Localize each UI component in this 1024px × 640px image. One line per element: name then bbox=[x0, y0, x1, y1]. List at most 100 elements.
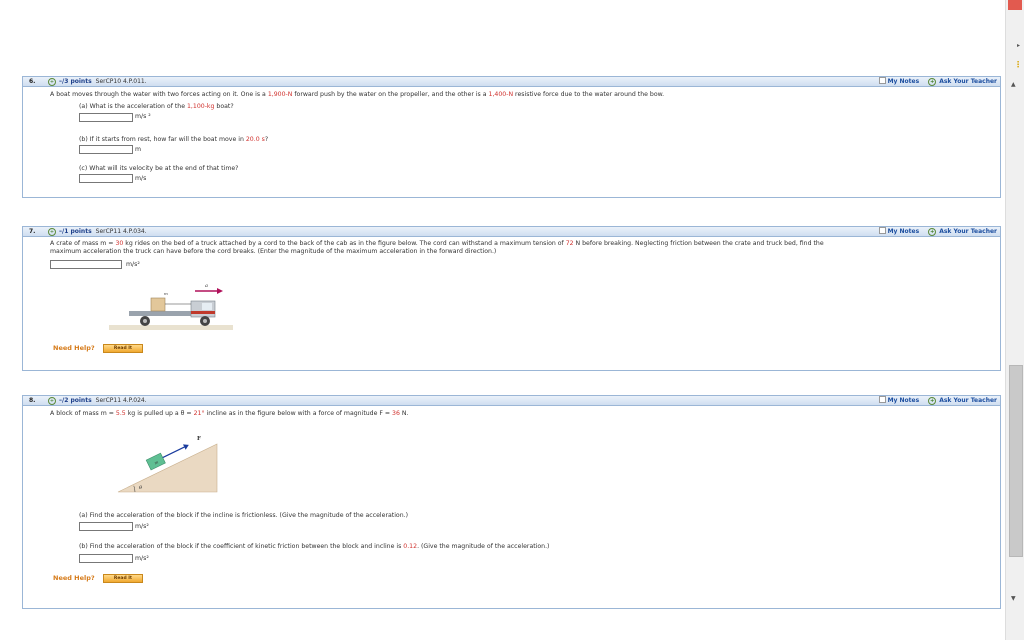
incline-figure: m F θ bbox=[117, 436, 218, 493]
acceleration-arrowhead bbox=[217, 288, 223, 294]
read-it-button[interactable]: Read It bbox=[103, 574, 143, 583]
wheel-rear-hub bbox=[143, 319, 147, 323]
part-text: ? bbox=[264, 136, 269, 143]
part-b-label: (b) If it starts from rest, how far will… bbox=[79, 136, 268, 144]
ask-teacher-icon[interactable]: + bbox=[928, 78, 937, 86]
answer-input[interactable] bbox=[50, 260, 122, 269]
question-info: + –/3 points SerCP10 4.P.011. bbox=[48, 77, 147, 86]
fig-force-label: F bbox=[197, 436, 201, 442]
question-code: SerCP11 4.P.034. bbox=[95, 228, 147, 235]
need-help-label: Need Help? bbox=[53, 344, 95, 352]
part-text: (b) Find the acceleration of the block i… bbox=[79, 543, 404, 550]
answer-input-b[interactable] bbox=[79, 554, 133, 563]
part-text: (a) What is the acceleration of the bbox=[79, 103, 187, 110]
expand-icon[interactable]: + bbox=[48, 228, 56, 236]
prompt-text: A boat moves through the water with two … bbox=[50, 91, 268, 98]
unit-label: m/s² bbox=[135, 555, 149, 562]
prompt-text: A block of mass m = bbox=[50, 410, 116, 417]
part-a-label: (a) Find the acceleration of the block i… bbox=[79, 512, 409, 519]
truck-bed bbox=[129, 311, 191, 316]
my-notes-link[interactable]: My Notes bbox=[888, 397, 920, 404]
question-code: SerCP10 4.P.011. bbox=[95, 78, 147, 85]
unit-label: m/s² bbox=[135, 523, 149, 530]
part-a-label: (a) What is the acceleration of the 1,10… bbox=[79, 103, 234, 111]
prompt-text: incline as in the figure below with a fo… bbox=[204, 410, 393, 417]
question-info: + –/1 points SerCP11 4.P.034. bbox=[48, 227, 147, 236]
fig-mass-label: m bbox=[164, 291, 168, 296]
unit-label: m/s² bbox=[126, 261, 140, 268]
part-text: . (Give the magnitude of the acceleratio… bbox=[417, 543, 550, 550]
chevron-right-icon[interactable]: ▸ bbox=[1017, 42, 1020, 49]
truck-window bbox=[202, 303, 212, 310]
points-label: –/1 points bbox=[59, 228, 92, 235]
prompt-text: A crate of mass m = bbox=[50, 240, 116, 247]
my-notes-link[interactable]: My Notes bbox=[888, 78, 920, 85]
ask-teacher-link[interactable]: Ask Your Teacher bbox=[939, 397, 997, 404]
ask-teacher-icon[interactable]: + bbox=[928, 228, 937, 236]
force2-value: 1,400-N bbox=[488, 91, 514, 98]
answer-input-c[interactable] bbox=[79, 174, 133, 183]
force-value: 36 bbox=[392, 410, 400, 417]
notes-checkbox-icon[interactable] bbox=[878, 77, 886, 84]
window-top-bar bbox=[1008, 0, 1022, 10]
crate bbox=[150, 297, 166, 312]
question-prompt: A block of mass m = 5.5 kg is pulled up … bbox=[50, 410, 408, 418]
part-b-label: (b) Find the acceleration of the block i… bbox=[79, 543, 549, 551]
angle-value: 21° bbox=[193, 410, 205, 417]
question-7: 7. + –/1 points SerCP11 4.P.034. My Notes +… bbox=[22, 226, 1001, 371]
question-prompt-line1: A crate of mass m = 30 kg rides on the b… bbox=[50, 240, 824, 248]
prompt-text: kg is pulled up a θ = bbox=[125, 410, 194, 417]
points-label: –/2 points bbox=[59, 397, 92, 404]
fig-accel-label: a bbox=[205, 283, 208, 289]
answer-input-a[interactable] bbox=[79, 113, 133, 122]
expand-icon[interactable]: + bbox=[48, 397, 56, 405]
incline-wedge bbox=[117, 443, 218, 493]
unit-label: m/s bbox=[135, 175, 147, 182]
need-help-label: Need Help? bbox=[53, 574, 95, 582]
answer-input-a[interactable] bbox=[79, 522, 133, 531]
points-label: –/3 points bbox=[59, 78, 92, 85]
my-notes-link[interactable]: My Notes bbox=[888, 228, 920, 235]
question-links: My Notes + Ask Your Teacher bbox=[878, 77, 997, 86]
question-number: 7. bbox=[29, 228, 36, 235]
vertical-scrollbar[interactable]: ▸ ⋮ ▲ ▼ bbox=[1005, 0, 1024, 640]
tension-value: 72 bbox=[565, 240, 574, 247]
question-links: My Notes + Ask Your Teacher bbox=[878, 396, 997, 405]
prompt-text: N. bbox=[399, 410, 409, 417]
question-number: 6. bbox=[29, 78, 36, 85]
fig-angle-label: θ bbox=[139, 485, 142, 491]
question-header: 8. + –/2 points SerCP11 4.P.024. My Notes +… bbox=[23, 396, 1000, 406]
assignment-content: 6. + –/3 points SerCP10 4.P.011. My Notes +… bbox=[0, 0, 1005, 640]
truck-figure: a m bbox=[109, 283, 233, 330]
question-info: + –/2 points SerCP11 4.P.024. bbox=[48, 396, 147, 405]
scroll-up-icon[interactable]: ▲ bbox=[1011, 81, 1016, 88]
scrollbar-thumb[interactable] bbox=[1009, 365, 1023, 557]
ask-teacher-link[interactable]: Ask Your Teacher bbox=[939, 228, 997, 235]
read-it-button[interactable]: Read It bbox=[103, 344, 143, 353]
question-6: 6. + –/3 points SerCP10 4.P.011. My Notes +… bbox=[22, 76, 1001, 198]
notes-checkbox-icon[interactable] bbox=[878, 227, 886, 234]
part-text: boat? bbox=[214, 103, 234, 110]
prompt-text: resistive force due to the water around … bbox=[513, 91, 665, 98]
menu-dots-icon[interactable]: ⋮ bbox=[1014, 60, 1022, 69]
wheel-front-hub bbox=[203, 319, 207, 323]
part-c-label: (c) What will its velocity be at the end… bbox=[79, 165, 239, 172]
question-header: 7. + –/1 points SerCP11 4.P.034. My Notes +… bbox=[23, 227, 1000, 237]
mu-value: 0.12 bbox=[403, 543, 418, 550]
unit-label: m bbox=[135, 146, 142, 153]
prompt-text: forward push by the water on the propell… bbox=[292, 91, 489, 98]
answer-input-b[interactable] bbox=[79, 145, 133, 154]
force1-value: 1,900-N bbox=[267, 91, 293, 98]
ask-teacher-link[interactable]: Ask Your Teacher bbox=[939, 78, 997, 85]
force-arrow bbox=[162, 446, 185, 459]
question-links: My Notes + Ask Your Teacher bbox=[878, 227, 997, 236]
question-prompt: A boat moves through the water with two … bbox=[50, 91, 664, 99]
prompt-text: kg rides on the bed of a truck attached … bbox=[123, 240, 566, 247]
force-arrowhead bbox=[183, 444, 189, 450]
expand-icon[interactable]: + bbox=[48, 78, 56, 86]
notes-checkbox-icon[interactable] bbox=[878, 396, 886, 403]
ask-teacher-icon[interactable]: + bbox=[928, 397, 937, 405]
part-text: (b) If it starts from rest, how far will… bbox=[79, 136, 246, 143]
scroll-down-icon[interactable]: ▼ bbox=[1011, 595, 1016, 602]
question-number: 8. bbox=[29, 397, 36, 404]
